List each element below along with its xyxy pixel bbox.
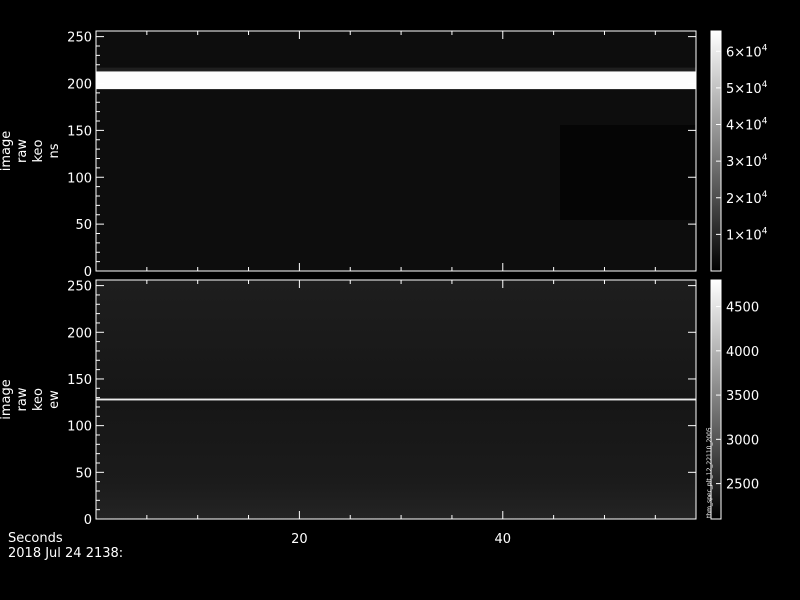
date-label: 2018 Jul 24 2138:: [8, 546, 124, 561]
ns-band-1: [96, 67, 696, 72]
ns-colorbar: [710, 30, 722, 272]
ns-y-label-line: ns: [47, 143, 62, 158]
ew-colorbar-tick-label: 4000: [726, 345, 759, 360]
ns-y-tick-label: 0: [84, 265, 92, 280]
ns-colorbar-tick-label: 4×104: [726, 117, 768, 134]
ew-y-label-line: raw: [15, 387, 30, 411]
ew-y-label-line: keo: [31, 388, 46, 411]
ew-y-tick-label: 100: [67, 420, 92, 435]
ns-colorbar-tick-label: 5×104: [726, 80, 768, 97]
ns-colorbar-tick-label: 2×104: [726, 190, 768, 207]
ew-y-label-line: image: [0, 379, 14, 420]
x-tick-label: 40: [495, 532, 512, 547]
ns-y-axis-label: image raw keo ns: [0, 131, 62, 172]
ew-y-tick-label: 150: [67, 373, 92, 388]
ew-colorbar-tick-label: 3500: [726, 389, 759, 404]
ew-y-tick-label: 200: [67, 326, 92, 341]
ew-colorbar-tick-label: 4500: [726, 301, 759, 316]
ns-keogram-panel: 0 50 100 150 200 250 image raw keo ns 1×104 2×104…: [0, 30, 768, 280]
ns-band-0: [96, 71, 696, 90]
ns-y-tick-label: 150: [67, 124, 92, 139]
ns-y-label-line: raw: [15, 139, 30, 163]
ew-y-label-line: ew: [47, 390, 62, 409]
ew-colorbar-tick-label: 2500: [726, 478, 759, 493]
ns-y-label-line: image: [0, 131, 14, 172]
ew-y-tick-label: 250: [67, 280, 92, 295]
ns-colorbar-tick-label: 6×104: [726, 43, 768, 60]
ew-y-tick-label: 50: [75, 466, 92, 481]
ew-y-axis-label: image raw keo ew: [0, 379, 62, 420]
ew-keogram-panel: 0 50 100 150 200 250 20 40 image raw keo ew 2500 3…: [0, 279, 759, 547]
x-tick-label: 20: [291, 532, 308, 547]
keogram-figure: 050100150200250 image raw keo ns 1×1042×104…: [0, 30, 768, 547]
ns-colorbar-tick-label: 3×104: [726, 153, 768, 170]
ew-band-0: [96, 398, 696, 401]
ns-y-tick-label: 250: [67, 31, 92, 46]
ns-y-tick-label: 100: [67, 171, 92, 186]
ns-y-tick-label: 200: [67, 78, 92, 93]
ns-y-label-line: keo: [31, 139, 46, 162]
ns-dark-patch: [560, 125, 696, 220]
side-credit: thm_spec_plt_12_22110_2005: [706, 427, 713, 518]
ns-colorbar-tick-label: 1×104: [726, 226, 768, 243]
x-axis-label: Seconds: [8, 531, 63, 546]
ns-y-tick-label: 50: [75, 218, 92, 233]
ew-y-tick-label: 0: [84, 513, 92, 528]
ew-colorbar-tick-label: 3000: [726, 433, 759, 448]
